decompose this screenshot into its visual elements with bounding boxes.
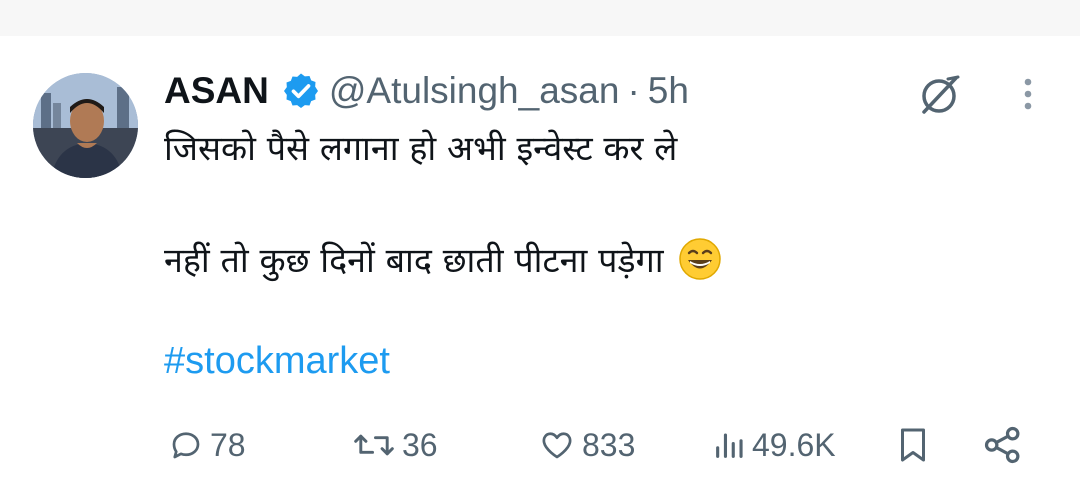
hashtag-link[interactable]: #stockmarket	[164, 340, 390, 383]
share-icon	[984, 426, 1020, 464]
repost-count: 36	[402, 426, 438, 463]
tweet-text-line1: जिसको पैसे लगाना हो अभी इन्वेस्ट कर ले	[164, 129, 678, 169]
handle[interactable]: @Atulsingh_asan	[329, 70, 620, 112]
like-icon	[542, 432, 572, 459]
bookmark-icon	[901, 428, 925, 462]
grok-icon[interactable]	[914, 70, 964, 120]
tweet-text-line2-row: नहीं तो कुछ दिनों बाद छाती पीटना पड़ेगा	[164, 236, 722, 282]
reply-count: 78	[210, 426, 246, 463]
avatar[interactable]	[33, 73, 138, 178]
tweet-header: ASAN @Atulsingh_asan · 5h	[164, 66, 689, 116]
like-button[interactable]: 833	[538, 420, 635, 470]
timestamp[interactable]: 5h	[648, 70, 689, 112]
bookmark-button[interactable]	[895, 420, 931, 470]
tweet-text-line2: नहीं तो कुछ दिनों बाद छाती पीटना पड़ेगा	[164, 241, 664, 281]
repost-icon	[354, 434, 394, 456]
more-icon[interactable]	[1014, 74, 1042, 114]
reply-button[interactable]: 78	[168, 420, 246, 470]
repost-button[interactable]: 36	[352, 420, 438, 470]
action-bar: 78 36 833 49.6K	[0, 420, 1080, 470]
verified-badge-icon	[283, 73, 318, 108]
view-count: 49.6K	[752, 426, 836, 463]
grinning-squinting-face-icon	[678, 238, 721, 280]
share-button[interactable]	[982, 420, 1024, 470]
display-name[interactable]: ASAN	[164, 70, 269, 112]
reply-icon	[172, 432, 200, 459]
views-button[interactable]: 49.6K	[712, 420, 836, 470]
views-icon	[716, 433, 743, 458]
like-count: 833	[582, 426, 636, 463]
top-strip	[0, 0, 1080, 36]
separator-dot: ·	[627, 70, 640, 111]
